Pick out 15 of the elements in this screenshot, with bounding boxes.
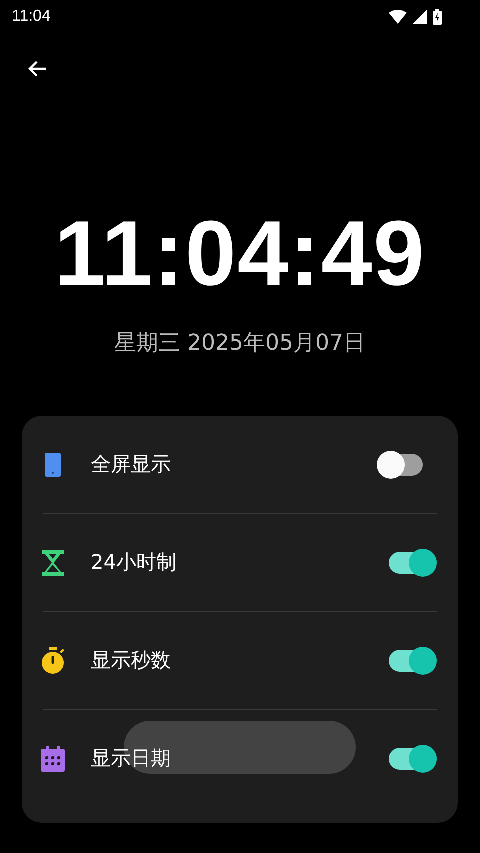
wifi-icon [389,10,407,24]
status-time: 11:04 [12,8,51,26]
setting-label: 显示秒数 [91,647,171,674]
calendar-icon [41,746,65,772]
clock-date: 星期三 2025年05月07日 [114,330,366,358]
setting-label: 显示日期 [91,745,171,772]
signal-icon [413,10,427,24]
hourglass-icon [42,550,64,576]
toggle-switch[interactable] [379,454,423,476]
phone-icon [45,452,61,476]
setting-label: 24小时制 [91,549,176,576]
clock-time: 11:04:49 [53,204,427,304]
stopwatch-icon [41,646,65,674]
setting-label: 全屏显示 [91,451,171,478]
battery-icon [433,9,442,25]
